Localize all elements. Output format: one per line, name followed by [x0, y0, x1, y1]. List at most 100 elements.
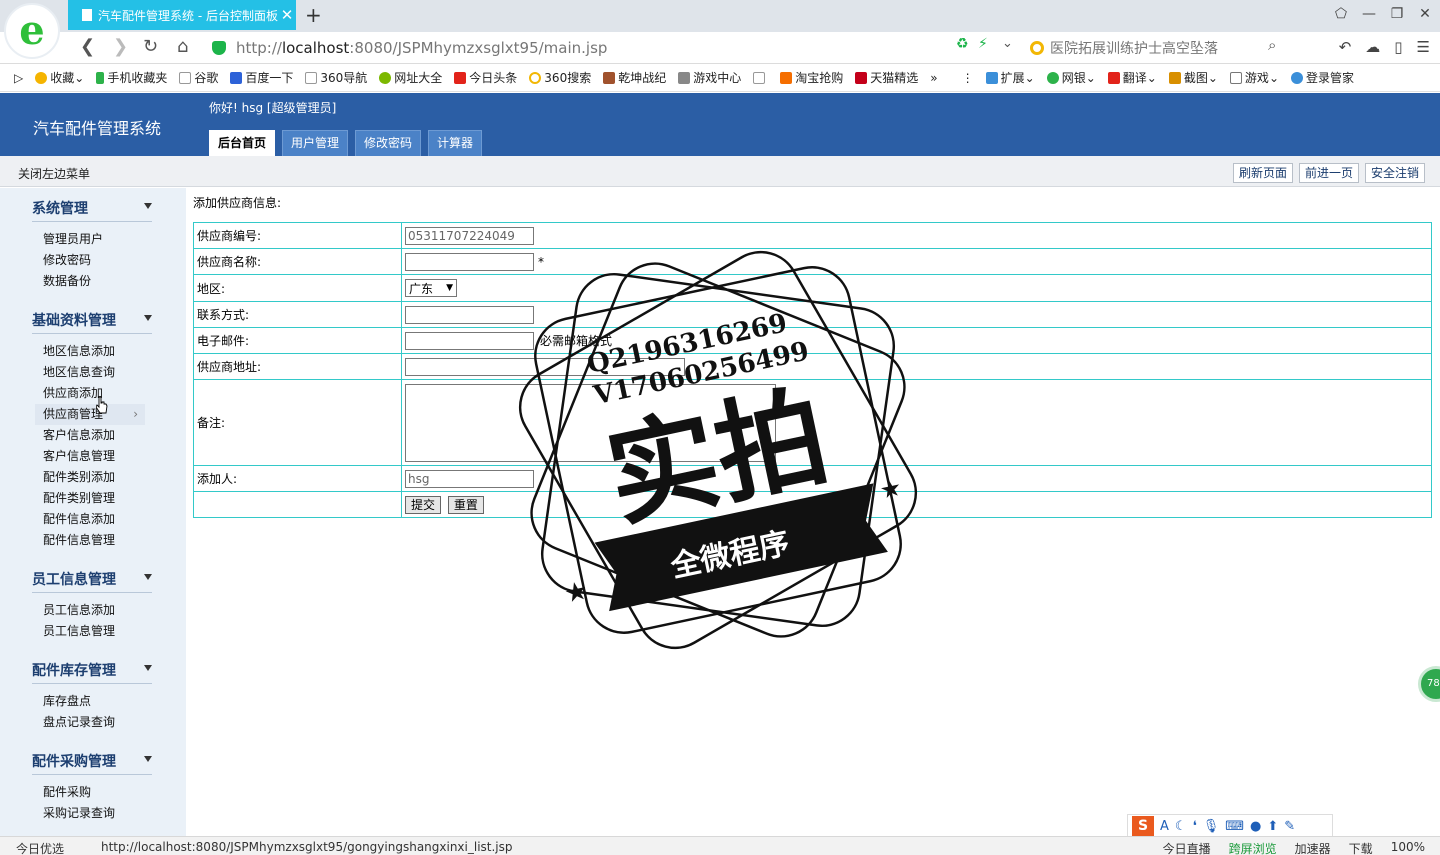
home-icon[interactable]: ⌂ [177, 36, 188, 57]
tab-calculator[interactable]: 计算器 [428, 130, 483, 156]
bookmark-item[interactable]: 天猫精选 [855, 69, 918, 86]
font-icon[interactable]: A [1160, 819, 1169, 834]
sidebar-item-stocktake-query[interactable]: 盘点记录查询 [0, 712, 186, 733]
bookmarks-toggle-icon[interactable]: ▷ [14, 71, 23, 85]
bookmark-item[interactable] [753, 71, 768, 84]
sidebar-item-stocktake[interactable]: 库存盘点 [0, 691, 186, 712]
sidebar-item-admin-users[interactable]: 管理员用户 [0, 229, 186, 250]
bookmark-item[interactable]: 乾坤战纪 [603, 69, 666, 86]
more-bookmarks-icon[interactable]: » [930, 71, 937, 85]
bookmark-item[interactable]: 游戏中心 [678, 69, 741, 86]
sidebar-item-region-query[interactable]: 地区信息查询 [0, 362, 186, 383]
tab-user-management[interactable]: 用户管理 [282, 130, 349, 156]
bookmark-item[interactable]: 手机收藏夹 [96, 69, 167, 86]
user-icon[interactable]: ● [1250, 819, 1261, 834]
cross-screen-link[interactable]: 跨屏浏览 [1229, 840, 1277, 855]
tab-close-icon[interactable]: ✕ [278, 6, 296, 24]
tab-change-password[interactable]: 修改密码 [355, 130, 422, 156]
collapse-triangle-icon[interactable] [144, 756, 152, 762]
sidebar-item-change-password[interactable]: 修改密码 [0, 250, 186, 271]
download-link[interactable]: 下载 [1349, 840, 1373, 855]
cloud-icon[interactable]: ☁ [1365, 38, 1380, 56]
forward-page-button[interactable]: 前进一页 [1298, 163, 1359, 183]
forward-icon[interactable]: ❯ [113, 36, 128, 57]
refresh-icon[interactable]: ↻ [143, 36, 158, 57]
sidebar-section-title[interactable]: 配件采购管理 [32, 741, 152, 775]
toolbar-item[interactable]: 截图 ⌄ [1168, 69, 1218, 86]
microphone-icon[interactable]: 🎙 [1203, 819, 1220, 834]
sidebar-item-staff-add[interactable]: 员工信息添加 [0, 600, 186, 621]
collapse-triangle-icon[interactable] [144, 574, 152, 580]
keyboard-icon[interactable]: ⌨ [1225, 819, 1244, 834]
close-left-menu-link[interactable]: 关闭左边菜单 [18, 165, 90, 182]
reset-button[interactable]: 重置 [447, 495, 484, 514]
collapse-triangle-icon[interactable] [144, 665, 152, 671]
dropdown-icon[interactable]: ⌄ [1002, 36, 1013, 51]
sidebar-item-category-add[interactable]: 配件类别添加 [0, 467, 186, 488]
sidebar-item-staff-manage[interactable]: 员工信息管理 [0, 621, 186, 642]
logout-button[interactable]: 安全注销 [1364, 163, 1425, 183]
toolbar-item[interactable]: 登录管家 [1291, 69, 1354, 86]
sidebar-item-purchase[interactable]: 配件采购 [0, 782, 186, 803]
collapse-triangle-icon[interactable] [144, 203, 152, 209]
shirt-icon[interactable]: ⬆ [1267, 819, 1278, 834]
new-tab-icon[interactable]: + [305, 3, 322, 27]
tab-dashboard[interactable]: 后台首页 [209, 130, 276, 156]
moon-icon[interactable]: ☾ [1175, 819, 1187, 834]
region-select[interactable]: 广东 ▼ [405, 279, 457, 297]
phone-icon[interactable]: ▯ [1394, 38, 1402, 56]
sidebar-section-title[interactable]: 配件库存管理 [32, 650, 152, 684]
search-input[interactable]: 医院拓展训练护士高空坠落 [1030, 36, 1292, 60]
supplier-name-field[interactable] [405, 252, 534, 271]
bookmark-item[interactable]: 谷歌 [179, 69, 218, 86]
bookmark-item[interactable]: 今日头条 [454, 69, 517, 86]
sidebar-item-backup[interactable]: 数据备份 [0, 271, 186, 292]
browser-tab[interactable]: 汽车配件管理系统 - 后台控制面板 ✕ [68, 0, 296, 30]
adder-field[interactable] [405, 469, 534, 488]
recycle-icon[interactable]: ♻ [956, 36, 969, 52]
sidebar-section-title[interactable]: 基础资料管理 [32, 300, 152, 334]
refresh-page-button[interactable]: 刷新页面 [1232, 163, 1293, 183]
bookmark-item[interactable]: 百度一下 [230, 69, 293, 86]
zoom-level[interactable]: 100% [1391, 840, 1425, 855]
bookmark-item[interactable]: 网址大全 [379, 69, 442, 86]
sidebar-item-purchase-query[interactable]: 采购记录查询 [0, 803, 186, 824]
sidebar-item-category-manage[interactable]: 配件类别管理 [0, 488, 186, 509]
skin-icon[interactable]: ⬠ [1334, 6, 1348, 22]
bookmark-item[interactable]: 收藏 ⌄ [35, 69, 84, 86]
toolbar-item[interactable]: 翻译 ⌄ [1107, 69, 1157, 86]
back-icon[interactable]: ❮ [80, 36, 95, 57]
today-picks[interactable]: 今日优选 [16, 840, 64, 855]
sogou-icon[interactable]: S [1132, 816, 1154, 836]
minimize-icon[interactable]: — [1362, 6, 1376, 22]
bookmark-item[interactable]: 360导航 [305, 69, 367, 86]
address-field[interactable] [405, 357, 685, 376]
sidebar-item-supplier-add[interactable]: 供应商添加 [0, 383, 186, 404]
sidebar-item-region-add[interactable]: 地区信息添加 [0, 341, 186, 362]
sidebar-item-customer-manage[interactable]: 客户信息管理 [0, 446, 186, 467]
email-field[interactable] [405, 331, 534, 350]
url-field[interactable]: http://localhost:8080/JSPMhymzxsglxt95/m… [212, 38, 952, 58]
punctuation-icon[interactable]: ❛ [1193, 819, 1197, 834]
side-float-button[interactable]: 78 [1418, 666, 1440, 702]
window-close-icon[interactable]: ✕ [1418, 6, 1432, 22]
sidebar-item-part-add[interactable]: 配件信息添加 [0, 509, 186, 530]
submit-button[interactable]: 提交 [405, 495, 442, 514]
toolbar-item[interactable]: 游戏 ⌄ [1229, 69, 1279, 86]
undo-icon[interactable]: ↶ [1339, 38, 1352, 56]
collapse-triangle-icon[interactable] [144, 315, 152, 321]
restore-icon[interactable]: ❐ [1390, 6, 1404, 22]
contact-field[interactable] [405, 305, 534, 324]
live-link[interactable]: 今日直播 [1163, 840, 1211, 855]
sidebar-section-title[interactable]: 系统管理 [32, 188, 152, 222]
bookmark-item[interactable]: 360搜索 [529, 69, 591, 86]
wrench-icon[interactable]: ✎ [1284, 819, 1295, 834]
supplier-no-field[interactable] [405, 226, 534, 245]
toolbar-item[interactable]: 网银 ⌄ [1046, 69, 1096, 86]
sidebar-section-title[interactable]: 员工信息管理 [32, 559, 152, 593]
remarks-textarea[interactable] [405, 383, 776, 462]
bookmark-item[interactable]: 淘宝抢购 [780, 69, 843, 86]
sidebar-item-part-manage[interactable]: 配件信息管理 [0, 530, 186, 551]
lightning-icon[interactable]: ⚡ [978, 36, 988, 52]
sidebar-item-supplier-manage[interactable]: 供应商管理 › [35, 404, 145, 425]
